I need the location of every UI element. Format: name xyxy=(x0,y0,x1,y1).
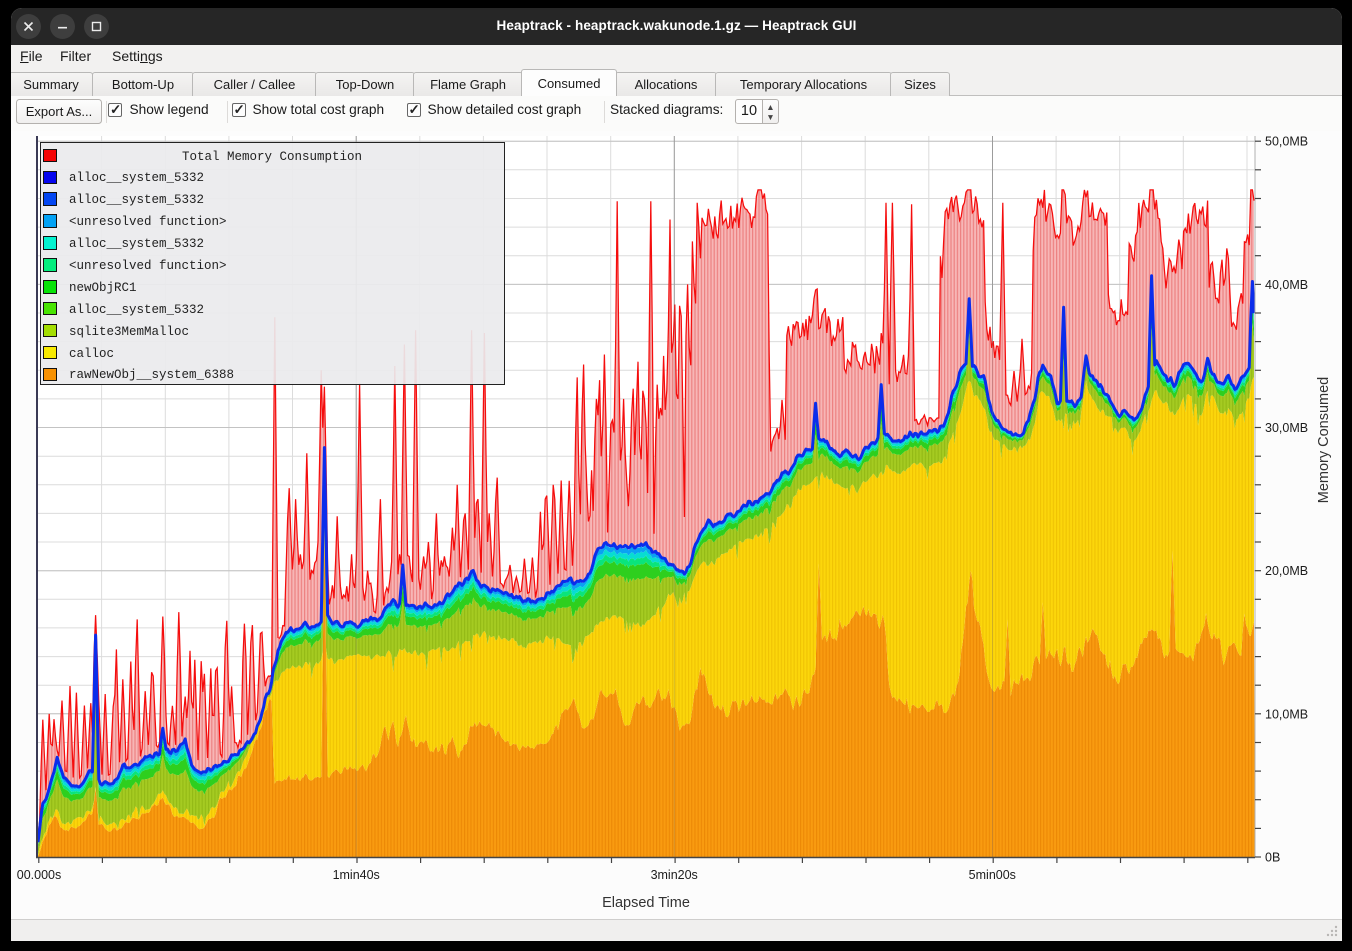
svg-text:5min00s: 5min00s xyxy=(969,868,1016,882)
svg-text:00.000s: 00.000s xyxy=(17,868,61,882)
svg-text:Memory Consumed: Memory Consumed xyxy=(1316,377,1332,504)
svg-text:50,0MB: 50,0MB xyxy=(1265,135,1308,149)
svg-text:40,0MB: 40,0MB xyxy=(1265,278,1308,292)
svg-text:1min40s: 1min40s xyxy=(333,868,380,882)
svg-text:3min20s: 3min20s xyxy=(651,868,698,882)
svg-text:10,0MB: 10,0MB xyxy=(1265,707,1308,721)
svg-text:Elapsed Time: Elapsed Time xyxy=(602,895,690,911)
svg-text:20,0MB: 20,0MB xyxy=(1265,564,1308,578)
svg-text:0B: 0B xyxy=(1265,851,1280,865)
svg-text:30,0MB: 30,0MB xyxy=(1265,421,1308,435)
